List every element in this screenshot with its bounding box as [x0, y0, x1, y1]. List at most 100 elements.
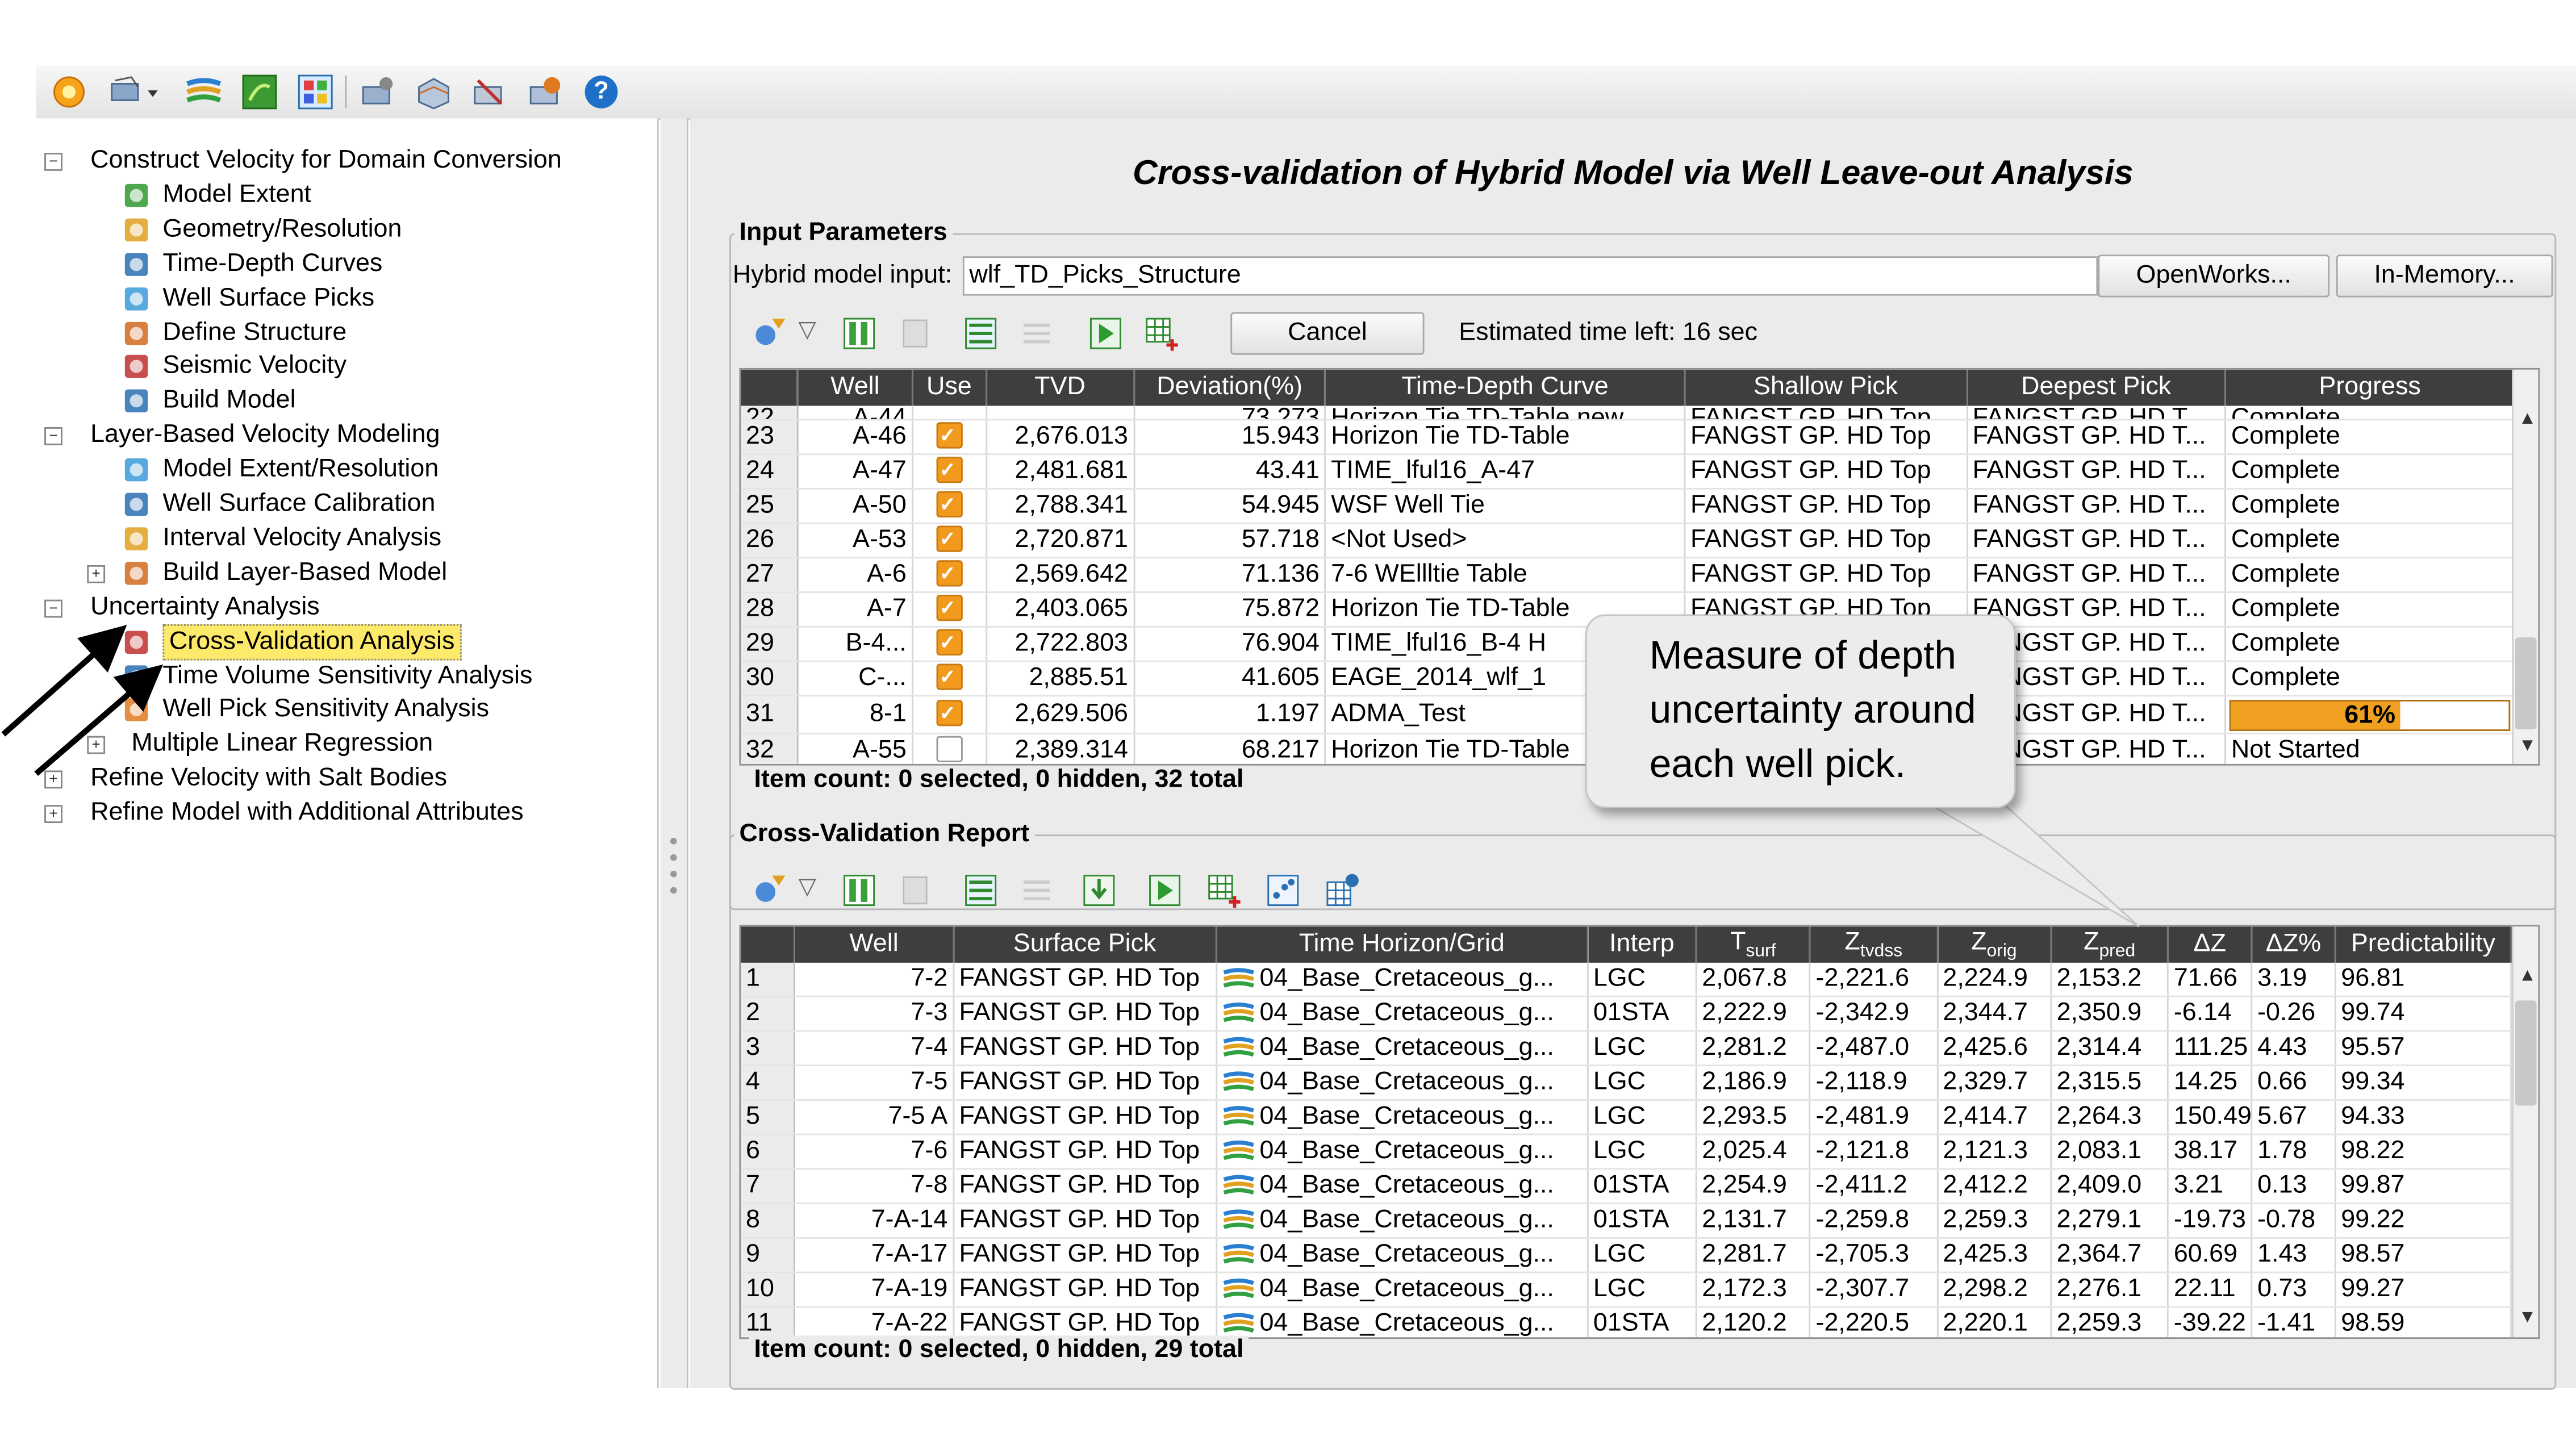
column-header[interactable]: Shallow Pick: [1684, 369, 1968, 406]
deepest-pick-cell[interactable]: FANGST GP. HD T...: [1967, 419, 2227, 456]
select-all-icon[interactable]: [963, 315, 999, 352]
use-checkbox[interactable]: [936, 523, 963, 555]
use-checkbox[interactable]: [936, 420, 963, 452]
report-filter-icon[interactable]: [753, 872, 789, 909]
table-row[interactable]: 6 7-6 FANGST GP. HD Top 04_Base_Cretaceous_…: [741, 1134, 2512, 1170]
column-header[interactable]: Interp: [1587, 926, 1697, 963]
column-header[interactable]: TVD: [986, 369, 1135, 406]
columns-icon[interactable]: [841, 315, 878, 352]
report-select-all-icon[interactable]: [963, 872, 999, 909]
tree-node-label[interactable]: Time Volume Sensitivity Analysis: [162, 659, 532, 692]
tree-expander[interactable]: +: [87, 565, 106, 583]
table-row[interactable]: 4 7-5 FANGST GP. HD Top 04_Base_Cretaceous_…: [741, 1065, 2512, 1101]
report-scroll-up-icon[interactable]: ▲: [2519, 966, 2536, 986]
use-checkbox[interactable]: [936, 627, 963, 659]
scroll-up-icon[interactable]: ▲: [2519, 409, 2536, 429]
export-icon[interactable]: [897, 315, 933, 352]
cancel-button[interactable]: Cancel: [1230, 312, 1425, 355]
input-table-scrollbar[interactable]: ▲ ▼: [2512, 369, 2539, 764]
table-row[interactable]: 1 7-2 FANGST GP. HD Top 04_Base_Cretaceous_…: [741, 962, 2512, 997]
report-run-icon[interactable]: [1147, 872, 1183, 909]
report-deselect-icon[interactable]: [1018, 872, 1055, 909]
grid-icon[interactable]: [297, 74, 333, 110]
use-checkbox[interactable]: [936, 696, 963, 729]
tree-node-label[interactable]: Well Surface Picks: [162, 282, 374, 315]
map-icon[interactable]: [241, 74, 278, 110]
tree-node-label[interactable]: Layer-Based Velocity Modeling: [90, 419, 440, 452]
deselect-icon[interactable]: [1018, 315, 1055, 352]
well-settings-icon[interactable]: [360, 74, 396, 110]
deepest-pick-cell[interactable]: FANGST GP. HD T...: [1967, 454, 2227, 490]
column-header[interactable]: Time-Depth Curve: [1325, 369, 1686, 406]
report-add-grid-icon[interactable]: [1206, 872, 1242, 909]
table-row[interactable]: 25A-502,788.34154.945WSF Well TieFANGST …: [741, 488, 2515, 524]
table-row[interactable]: 11 7-A-22 FANGST GP. HD Top 04_Base_Cretace…: [741, 1306, 2512, 1338]
scroll-down-icon[interactable]: ▼: [2519, 736, 2536, 756]
column-header[interactable]: Use: [912, 369, 987, 406]
use-checkbox[interactable]: [936, 736, 963, 762]
tree-expander[interactable]: −: [44, 427, 62, 446]
table-row[interactable]: 2 7-3 FANGST GP. HD Top 04_Base_Cretaceous_…: [741, 996, 2512, 1032]
column-header[interactable]: [741, 369, 799, 406]
tree-node-label[interactable]: Time-Depth Curves: [162, 248, 382, 281]
use-checkbox[interactable]: [936, 661, 963, 693]
help-icon[interactable]: ?: [583, 74, 620, 110]
tree-node-label[interactable]: Well Surface Calibration: [162, 488, 435, 521]
tree-node-label[interactable]: Geometry/Resolution: [162, 213, 402, 246]
tree-expander[interactable]: −: [44, 599, 62, 617]
column-header[interactable]: [741, 926, 796, 963]
table-row[interactable]: 3 7-4 FANGST GP. HD Top 04_Base_Cretaceous_…: [741, 1030, 2512, 1067]
deepest-pick-cell[interactable]: FANGST GP. HD T...: [1967, 557, 2227, 594]
use-checkbox[interactable]: [936, 592, 963, 624]
column-header[interactable]: Predictability: [2335, 926, 2512, 963]
add-grid-icon[interactable]: [1143, 315, 1180, 352]
time-depth-curve-cell[interactable]: TIME_lful16_A-47: [1325, 454, 1686, 490]
time-depth-curve-cell[interactable]: 7-6 WEllltie Table: [1325, 557, 1686, 594]
filter-dropdown-icon[interactable]: ▽: [799, 315, 816, 343]
table-row[interactable]: 5 7-5 A FANGST GP. HD Top 04_Base_Cretaceou…: [741, 1100, 2512, 1135]
use-checkbox[interactable]: [936, 488, 963, 521]
time-depth-curve-cell[interactable]: WSF Well Tie: [1325, 488, 1686, 524]
table-settings-icon[interactable]: [1324, 872, 1360, 909]
report-scroll-down-icon[interactable]: ▼: [2519, 1308, 2536, 1327]
in-memory-button[interactable]: In-Memory...: [2336, 254, 2553, 298]
report-columns-icon[interactable]: [841, 872, 878, 909]
column-header[interactable]: Surface Pick: [953, 926, 1217, 963]
shallow-pick-cell[interactable]: FANGST GP. HD Top: [1684, 523, 1968, 559]
deepest-pick-cell[interactable]: FANGST GP. HD T...: [1967, 523, 2227, 559]
shallow-pick-cell[interactable]: FANGST GP. HD Top: [1684, 419, 1968, 456]
tree-node-label[interactable]: Seismic Velocity: [162, 350, 346, 383]
table-row[interactable]: 8 7-A-14 FANGST GP. HD Top 04_Base_Cretaceo…: [741, 1203, 2512, 1239]
tree-node-label[interactable]: Refine Model with Additional Attributes: [90, 797, 524, 830]
report-table-scrollbar[interactable]: ▲ ▼: [2512, 926, 2539, 1338]
use-checkbox[interactable]: [936, 558, 963, 590]
sun-icon[interactable]: [51, 74, 87, 110]
hybrid-model-input[interactable]: wlf_TD_Picks_Structure: [962, 256, 2098, 296]
shallow-pick-cell[interactable]: FANGST GP. HD Top: [1684, 557, 1968, 594]
crossplot-icon[interactable]: [1265, 872, 1301, 909]
shallow-pick-cell[interactable]: FANGST GP. HD Top: [1684, 488, 1968, 524]
table-row[interactable]: 26A-532,720.87157.718<Not Used>FANGST GP…: [741, 523, 2515, 559]
table-row[interactable]: 23A-46 2,676.01315.943Horizon Tie TD-Tabl…: [741, 419, 2515, 456]
tree-node-label[interactable]: Well Pick Sensitivity Analysis: [162, 694, 489, 727]
column-header[interactable]: Well: [798, 369, 913, 406]
tools-icon[interactable]: [527, 74, 563, 110]
table-row-partial[interactable]: 22A-4473.273Horizon Tie TD-Table newFANG…: [741, 406, 2515, 421]
model-icon[interactable]: [416, 74, 452, 110]
run-dropdown-icon[interactable]: [108, 74, 164, 110]
tree-node-label[interactable]: Build Layer-Based Model: [162, 557, 447, 590]
time-depth-curve-cell[interactable]: Horizon Tie TD-Table: [1325, 419, 1686, 456]
openworks-button[interactable]: OpenWorks...: [2098, 254, 2330, 298]
tree-node-label[interactable]: Define Structure: [162, 316, 346, 349]
report-filter-dropdown-icon[interactable]: ▽: [799, 872, 816, 900]
tree-node-label[interactable]: Interval Velocity Analysis: [162, 522, 441, 555]
column-header[interactable]: Tsurf: [1696, 926, 1811, 963]
panel-splitter[interactable]: [660, 118, 688, 1388]
time-depth-curve-cell[interactable]: <Not Used>: [1325, 523, 1686, 559]
deepest-pick-cell[interactable]: FANGST GP. HD T...: [1967, 488, 2227, 524]
table-row[interactable]: 9 7-A-17 FANGST GP. HD Top 04_Base_Cretaceo…: [741, 1238, 2512, 1273]
input-scroll-thumb[interactable]: [2515, 637, 2537, 730]
shallow-pick-cell[interactable]: FANGST GP. HD Top: [1684, 454, 1968, 490]
run-icon[interactable]: [1088, 315, 1124, 352]
column-header[interactable]: ΔZ%: [2251, 926, 2336, 963]
